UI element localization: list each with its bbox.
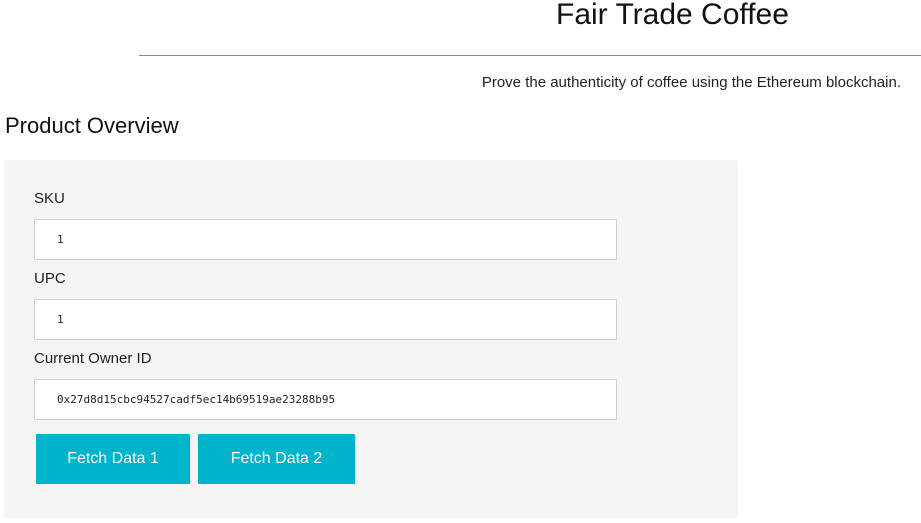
page: Fair Trade Coffee Prove the authenticity…: [0, 0, 921, 523]
fetch-data-2-button[interactable]: Fetch Data 2: [198, 434, 355, 484]
upc-input[interactable]: [34, 299, 617, 340]
fetch-data-1-button[interactable]: Fetch Data 1: [36, 434, 190, 484]
owner-id-input[interactable]: [34, 379, 617, 420]
page-title: Fair Trade Coffee: [556, 0, 789, 31]
product-overview-heading: Product Overview: [5, 113, 179, 138]
tagline: Prove the authenticity of coffee using t…: [481, 74, 901, 91]
upc-label: UPC: [34, 270, 66, 287]
title-divider: [139, 55, 921, 56]
product-overview-panel: SKU UPC Current Owner ID Fetch Data 1 Fe…: [4, 160, 738, 518]
owner-id-label: Current Owner ID: [34, 350, 152, 367]
sku-label: SKU: [34, 190, 65, 207]
sku-input[interactable]: [34, 219, 617, 260]
